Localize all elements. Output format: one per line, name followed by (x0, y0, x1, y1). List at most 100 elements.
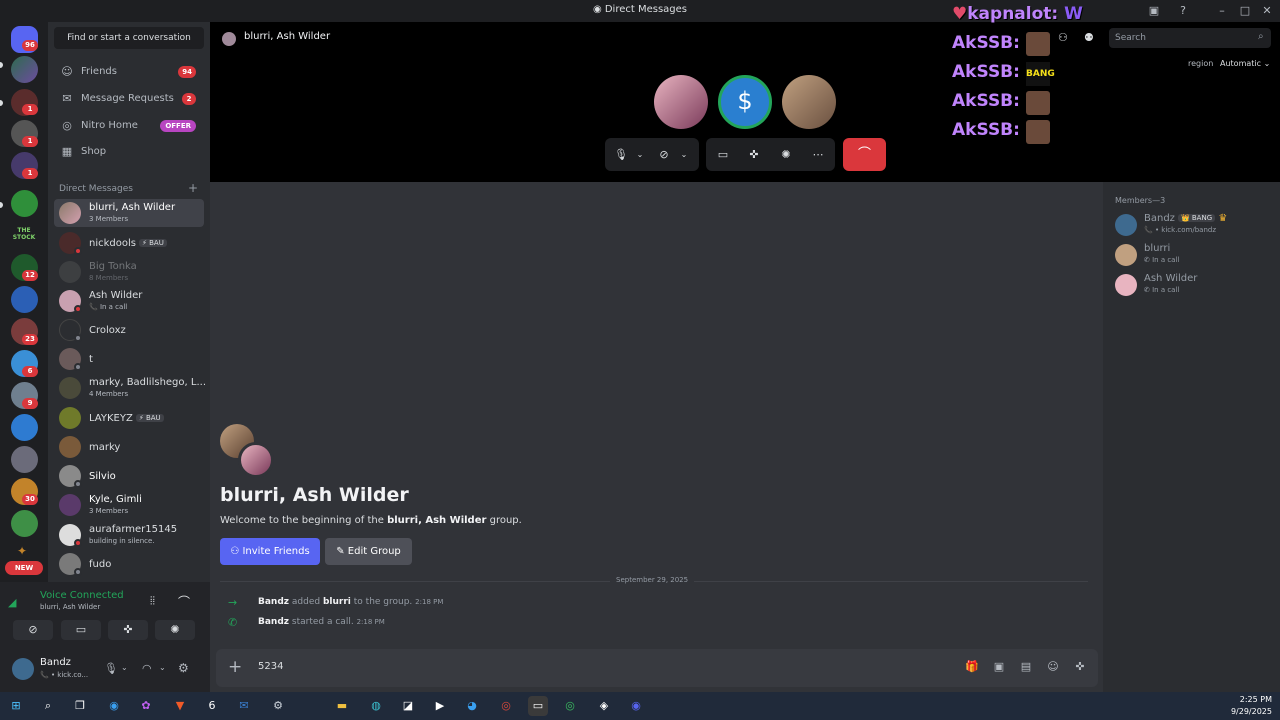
server-icon[interactable] (11, 414, 38, 441)
dm-item[interactable]: marky, Badlilshego, L... 4 Members (54, 374, 206, 402)
call-participant-avatar[interactable] (654, 75, 708, 129)
call-participant-avatar-speaking[interactable]: $ (718, 75, 772, 129)
dm-item[interactable]: marky (54, 433, 204, 461)
help-icon[interactable]: ? (1175, 3, 1191, 19)
dm-item[interactable]: Croloxz (54, 316, 204, 344)
avatar[interactable] (12, 658, 34, 680)
nav-shop[interactable]: ▦ Shop (54, 140, 204, 164)
message-input[interactable]: 5234 (258, 661, 283, 672)
dm-item[interactable]: nickdools ⚡ BAU (54, 229, 204, 257)
chevron-down-icon[interactable]: ⌄ (121, 663, 128, 672)
soundboard-button[interactable]: ✺ (155, 620, 195, 640)
app-icon[interactable]: ◍ (366, 696, 386, 716)
start-windows-icon[interactable]: ⊞ (6, 696, 26, 716)
server-icon[interactable] (11, 190, 38, 217)
voice-status[interactable]: Voice Connected (40, 590, 124, 601)
disconnect-icon[interactable]: ⌒ (178, 593, 190, 610)
member-item[interactable]: Bandz 👑 BANG ♛ 📞 • kick.com/bandz (1113, 211, 1273, 239)
chrome-icon[interactable]: ◎ (560, 696, 580, 716)
noise-suppression-icon[interactable]: ⦙⦙ (150, 594, 155, 608)
soundboard-icon[interactable]: ✺ (777, 146, 795, 164)
find-conversation-button[interactable]: Find or start a conversation (54, 27, 204, 49)
media-player-icon[interactable]: ▶ (430, 696, 450, 716)
activity-button[interactable]: ✜ (108, 620, 148, 640)
dm-item[interactable]: Ash Wilder 📞 In a call (54, 287, 204, 315)
add-friends-icon[interactable]: ⚇ (1058, 31, 1068, 44)
dm-item[interactable]: Big Tonka 8 Members (54, 258, 204, 286)
emoji-icon[interactable]: ☺ (1046, 660, 1060, 674)
signal-icon[interactable]: ◢ (8, 596, 16, 609)
search-input[interactable]: Search (1109, 28, 1271, 48)
dm-item[interactable]: aurafarmer15145 building in silence. (54, 521, 204, 549)
dm-item[interactable]: LAYKEYZ ⚡ BAU (54, 404, 204, 432)
camera-off-button[interactable]: ⊘ (13, 620, 53, 640)
steam-icon[interactable]: ⚙ (268, 696, 288, 716)
headphones-icon[interactable]: ◠ (142, 662, 152, 675)
attach-plus-icon[interactable]: + (228, 657, 242, 677)
requests-badge: 2 (182, 93, 196, 105)
system-clock[interactable]: 2:25 PM 9/29/2025 (1231, 694, 1272, 718)
member-item[interactable]: blurri ✆ In a call (1113, 241, 1273, 269)
dm-item[interactable]: blurri, Ash Wilder 3 Members (54, 199, 204, 227)
app-icon[interactable]: ◕ (462, 696, 482, 716)
nav-message-requests[interactable]: ✉ Message Requests 2 (54, 87, 204, 111)
dm-item[interactable]: Silvio (54, 462, 204, 490)
microphone-icon[interactable]: 🎙 (612, 146, 630, 164)
message-composer[interactable]: + 5234 🎁 ▣ ▤ ☺ ✜ (216, 649, 1098, 687)
brave-icon[interactable]: ▼ (170, 696, 190, 716)
dm-item[interactable]: Kyle, Gimli 3 Members (54, 491, 204, 519)
nav-nitro-home[interactable]: ◎ Nitro Home OFFER (54, 114, 204, 138)
screenshare-icon[interactable]: ▭ (714, 146, 732, 164)
minimize-button[interactable]: – (1214, 3, 1230, 19)
settings-gear-icon[interactable]: ⚙ (178, 661, 189, 675)
inbox-icon[interactable]: ▣ (1146, 3, 1162, 19)
invite-friends-button[interactable]: ⚇ Invite Friends (220, 538, 320, 565)
apps-controller-icon[interactable]: ✜ (1073, 660, 1087, 674)
server-stock-label[interactable]: THE STOCK (10, 227, 38, 241)
region-select[interactable]: Automatic ⌄ (1220, 59, 1270, 68)
member-item[interactable]: Ash Wilder ✆ In a call (1113, 271, 1273, 299)
chevron-down-icon[interactable]: ⌄ (675, 146, 693, 164)
dm-sub: 8 Members (89, 274, 129, 282)
edit-group-button[interactable]: ✎ Edit Group (325, 538, 412, 565)
server-icon[interactable] (11, 510, 38, 537)
sticker-icon[interactable]: ▤ (1019, 660, 1033, 674)
microphone-icon[interactable]: 🎙 (104, 662, 118, 675)
discord-icon[interactable]: ◉ (626, 696, 646, 716)
server-icon[interactable] (11, 286, 38, 313)
create-dm-plus-icon[interactable]: + (188, 181, 198, 195)
app-icon[interactable]: ▭ (528, 696, 548, 716)
app-icon[interactable]: 6 (202, 696, 222, 716)
edge-icon[interactable]: ◉ (104, 696, 124, 716)
more-options-icon[interactable]: ⋯ (809, 146, 827, 164)
chevron-down-icon[interactable]: ⌄ (631, 146, 649, 164)
gif-icon[interactable]: ▣ (992, 660, 1006, 674)
new-badge[interactable]: NEW (5, 561, 43, 575)
close-button[interactable]: ✕ (1259, 3, 1275, 19)
call-participant-avatar[interactable] (782, 75, 836, 129)
app-icon[interactable]: ◈ (594, 696, 614, 716)
app-icon[interactable]: ◪ (398, 696, 418, 716)
search-icon[interactable]: ⌕ (38, 696, 58, 716)
server-icon[interactable] (11, 56, 38, 83)
outlook-icon[interactable]: ✉ (234, 696, 254, 716)
user-name[interactable]: Bandz (40, 657, 71, 668)
camera-off-icon[interactable]: ⊘ (655, 146, 673, 164)
screenshare-button[interactable]: ▭ (61, 620, 101, 640)
app-icon[interactable]: ✿ (136, 696, 156, 716)
activity-icon[interactable]: ✜ (745, 146, 763, 164)
server-icon[interactable] (11, 446, 38, 473)
maximize-button[interactable]: □ (1237, 3, 1253, 19)
chevron-down-icon[interactable]: ⌄ (159, 663, 166, 672)
server-icon[interactable]: ✦ (17, 544, 27, 558)
dm-item[interactable]: t (54, 345, 204, 373)
member-list-icon[interactable]: ⚉ (1084, 31, 1094, 44)
gift-icon[interactable]: 🎁 (965, 660, 979, 674)
dm-item[interactable]: fudo (54, 550, 204, 578)
file-explorer-icon[interactable]: ▬ (332, 696, 352, 716)
voice-channel[interactable]: blurri, Ash Wilder (40, 603, 100, 611)
chrome-icon[interactable]: ◎ (496, 696, 516, 716)
disconnect-call-button[interactable]: ⌒ (843, 138, 886, 171)
nav-friends[interactable]: ☺ Friends 94 (54, 60, 204, 84)
task-view-icon[interactable]: ❐ (70, 696, 90, 716)
